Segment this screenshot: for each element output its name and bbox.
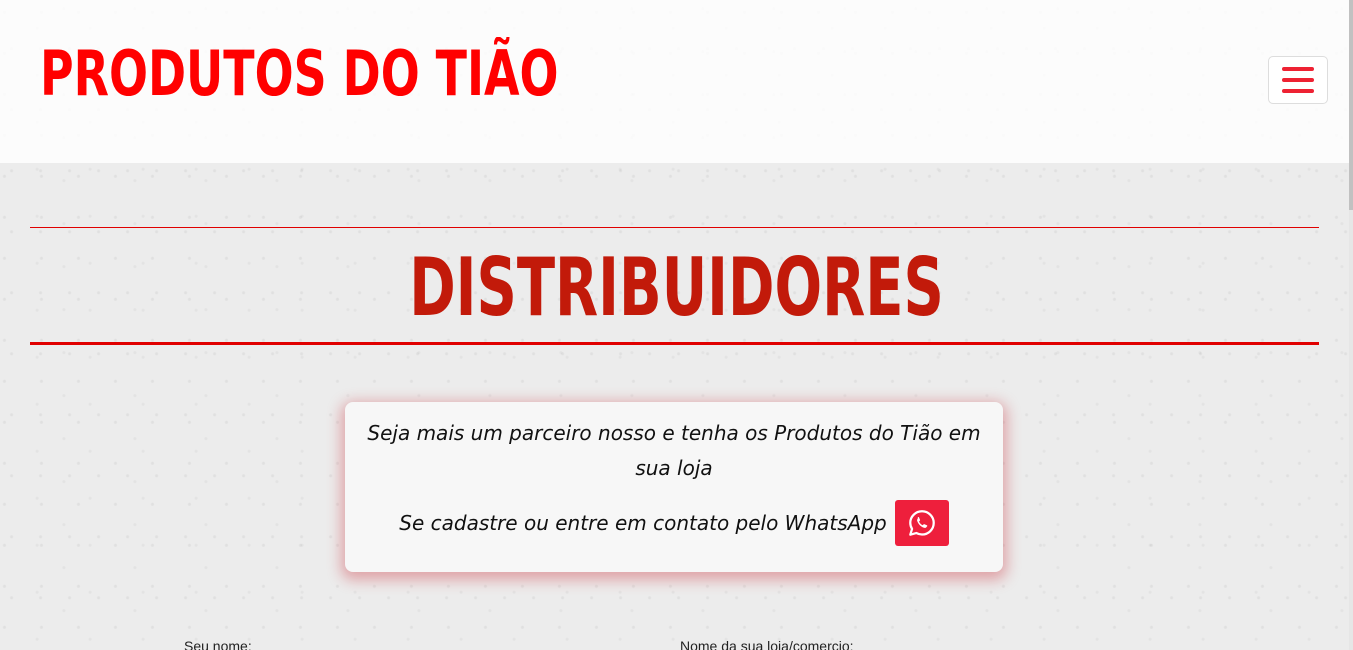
partner-info-card: Seja mais um parceiro nosso e tenha os P… [345,402,1003,572]
brand-logo-text[interactable]: PRODUTOS DO TIÃO [40,34,559,114]
hamburger-menu-icon [1282,67,1314,71]
whatsapp-icon [908,510,935,536]
page-scrollbar[interactable] [1349,0,1353,650]
section-title: DISTRIBUIDORES [409,241,944,334]
name-field-label: Seu nome: [184,638,252,650]
navbar: PRODUTOS DO TIÃO [0,0,1353,163]
whatsapp-button[interactable] [894,500,949,546]
partner-invite-text: Seja mais um parceiro nosso e tenha os P… [367,421,981,480]
divider-top [30,227,1319,228]
store-name-field-label: Nome da sua loja/comercio: [680,638,854,650]
scrollbar-thumb[interactable] [1349,0,1353,210]
whatsapp-contact-line: Se cadastre ou entre em contato pelo Wha… [345,500,1003,546]
menu-toggle-button[interactable] [1268,56,1328,104]
hamburger-menu-icon-bar [1282,89,1314,93]
divider-bottom [30,342,1319,345]
hamburger-menu-icon-bar [1282,78,1314,82]
whatsapp-contact-text: Se cadastre ou entre em contato pelo Wha… [399,511,887,535]
